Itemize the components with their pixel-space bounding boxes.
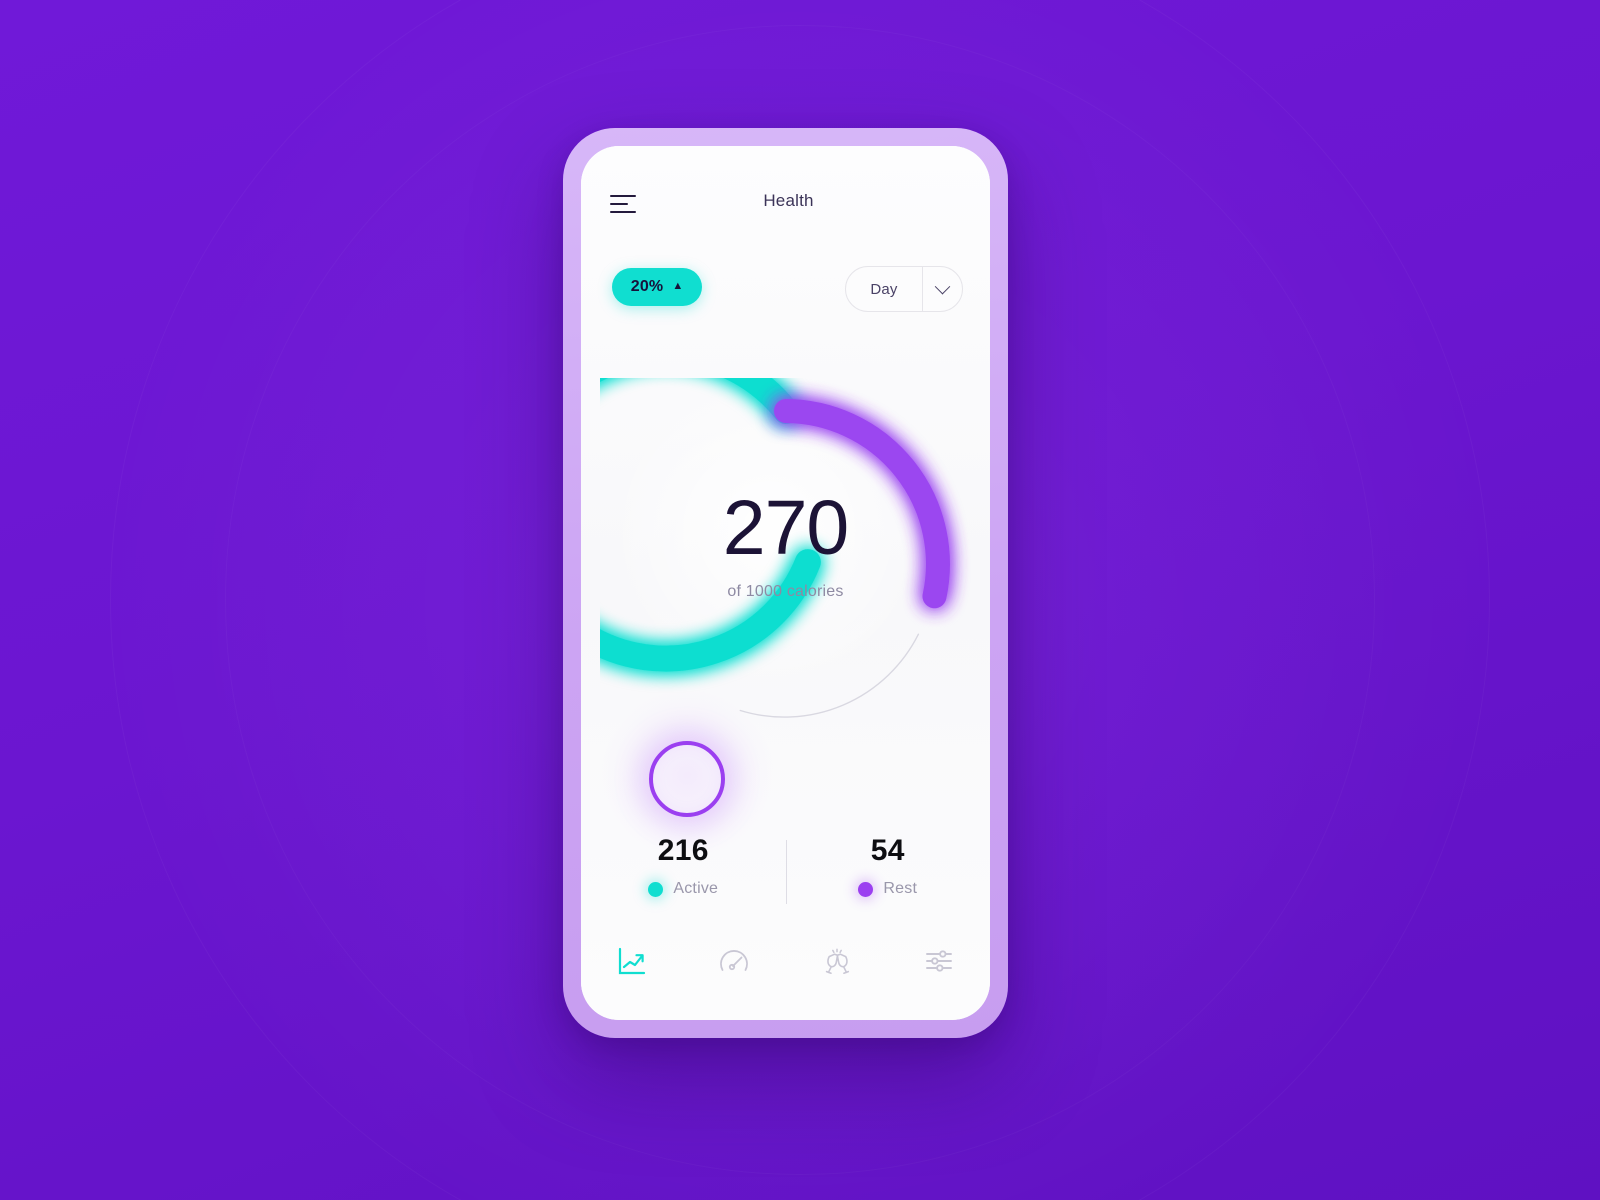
stat-label-rest: Rest [883,880,918,897]
speedometer-icon [720,950,749,971]
percent-change-badge[interactable]: 20% ▲ [612,268,702,306]
stat-rest: 54 Rest [786,834,991,898]
legend-dot-active-icon [648,881,664,897]
stat-active: 216 Active [581,834,786,898]
calorie-gauge: 270 of 1000 calories [599,378,972,750]
stat-legend-rest: Rest [858,880,917,898]
chevron-down-icon[interactable] [922,267,962,311]
gauge-center-readout: 270 of 1000 calories [600,490,972,601]
legend-dot-rest-icon [858,881,874,897]
sliders-settings-icon [925,950,952,972]
period-select-dropdown[interactable]: Day [845,266,963,312]
chart-trend-up-icon [619,947,646,975]
bottom-navigation-bar [581,930,990,992]
controls-row: 20% ▲ Day [581,266,990,318]
percent-change-value: 20% [630,278,664,295]
nav-item-activity[interactable] [581,930,683,992]
app-screen-content: Health 20% ▲ Day 270 of 1000 calories 21… [581,146,990,1020]
nav-item-performance[interactable] [683,930,785,992]
stats-row: 216 Active 54 Rest [581,834,990,916]
trend-up-arrow-icon: ▲ [672,279,684,292]
chevron-down-glyph [934,278,951,294]
nav-item-rewards[interactable] [786,930,888,992]
gauge-subtitle: of 1000 calories [727,583,844,600]
hamburger-bar-bottom [610,211,636,213]
stat-label-active: Active [673,880,719,897]
stat-legend-active: Active [648,880,718,898]
phone-device-frame: Health 20% ▲ Day 270 of 1000 calories 21… [563,128,1008,1038]
page-title: Health [763,191,814,210]
stat-value-active: 216 [657,834,709,867]
period-selected-value: Day [870,280,898,298]
purple-ring-accent [649,741,725,817]
stat-value-rest: 54 [870,834,905,867]
gauge-value: 270 [722,485,849,571]
gauge-remaining-track [739,633,919,718]
phone-screen: Health 20% ▲ Day 270 of 1000 calories 21… [581,146,990,1020]
cheers-glasses-icon [825,948,849,974]
nav-item-settings[interactable] [888,930,990,992]
app-header: Health [581,182,990,226]
